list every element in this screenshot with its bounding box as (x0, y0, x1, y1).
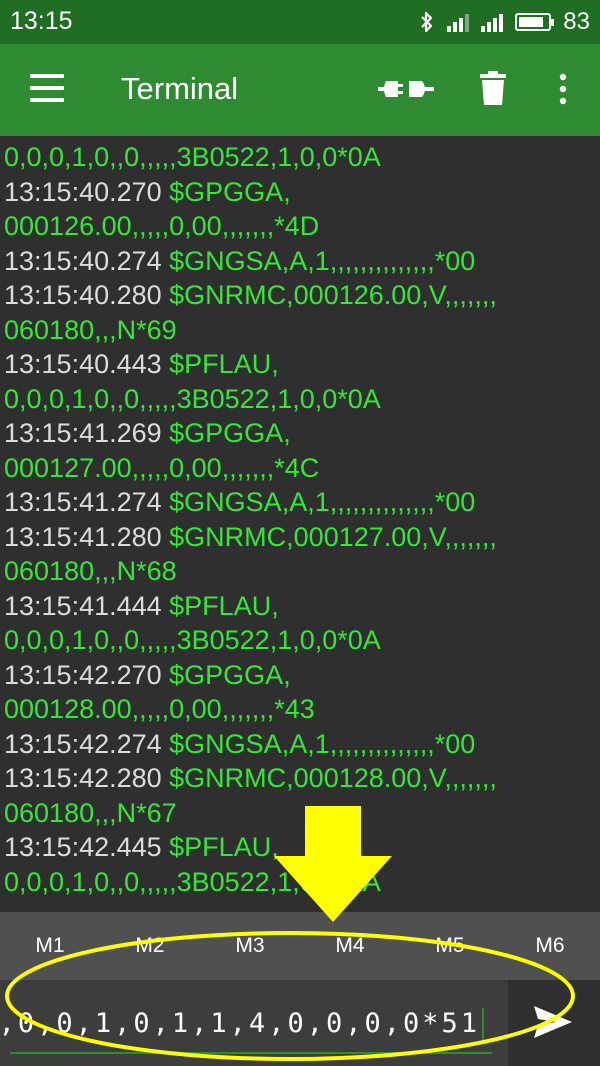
terminal-line: 060180,,,N*69 (4, 313, 600, 348)
line-timestamp: 13:15:42.270 (4, 659, 170, 690)
line-message: $GNRMC,000128.00,V,,,,,,, (169, 763, 497, 793)
terminal-line: 0,0,0,1,0,,0,,,,,3B0522,1,0,0*0A (4, 140, 600, 175)
macro-bar: M1 M2 M3 M4 M5 M6 (0, 912, 600, 980)
terminal-line: 000126.00,,,,,0,00,,,,,,,*4D (4, 209, 600, 244)
signal-icon (447, 12, 470, 32)
macro-button-m5[interactable]: M5 (400, 912, 500, 980)
line-message: 000126.00,,,,,0,00,,,,,,,*4D (4, 211, 320, 241)
terminal-line: 13:15:40.443 $PFLAU, (4, 347, 600, 382)
line-message: $PFLAU, (169, 590, 279, 621)
terminal-line: 13:15:40.270 $GPGGA, (4, 175, 600, 210)
macro-button-m4[interactable]: M4 (300, 912, 400, 980)
line-timestamp: 13:15:41.274 (4, 487, 170, 517)
line-message: 0,0,0,1,0,,0,,,,,3B0522,1,0,0*0A (4, 866, 381, 897)
line-timestamp: 13:15:42.280 (4, 763, 170, 793)
terminal-line: 0,0,0,1,0,,0,,,,,3B0522,1,0,0*0A (4, 865, 600, 900)
text-cursor (482, 1008, 484, 1040)
macro-button-m1[interactable]: M1 (0, 912, 100, 980)
terminal-line: 060180,,,N*68 (4, 554, 600, 589)
bluetooth-icon (421, 11, 433, 33)
terminal-line: 060180,,,N*67 (4, 796, 600, 831)
line-message: $GNRMC,000126.00,V,,,,,,, (169, 280, 497, 310)
status-time: 13:15 (10, 7, 73, 35)
line-message: $GPGGA, (169, 418, 291, 448)
battery-icon (515, 13, 555, 31)
terminal-line: 000127.00,,,,,0,00,,,,,,,*4C (4, 451, 600, 486)
macro-button-m2[interactable]: M2 (100, 912, 200, 980)
line-message: 060180,,,N*69 (4, 314, 177, 345)
terminal-line: 0,0,0,1,0,,0,,,,,3B0522,1,0,0*0A (4, 623, 600, 658)
terminal-line: 13:15:42.280 $GNRMC,000128.00,V,,,,,,, (4, 761, 600, 796)
line-message: 0,0,0,1,0,,0,,,,,3B0522,1,0,0*0A (4, 625, 381, 655)
terminal-line: 13:15:42.274 $GNGSA,A,1,,,,,,,,,,,,,,*00 (4, 727, 600, 762)
terminal-line: 13:15:42.445 $PFLAU, (4, 830, 600, 865)
send-bar: ),0,0,1,0,1,1,4,0,0,0,0*51 (0, 980, 600, 1066)
line-timestamp: 13:15:41.269 (4, 418, 170, 448)
line-message: $GNGSA,A,1,,,,,,,,,,,,,,*00 (169, 487, 476, 517)
line-message: $PFLAU, (169, 832, 279, 862)
send-input[interactable]: ),0,0,1,0,1,1,4,0,0,0,0*51 (0, 980, 508, 1066)
more-vertical-icon[interactable] (556, 72, 570, 106)
line-message: $GNRMC,000127.00,V,,,,,,, (169, 521, 497, 552)
line-message: $GNGSA,A,1,,,,,,,,,,,,,,*00 (169, 245, 476, 276)
terminal-line: 13:15:42.270 $GPGGA, (4, 658, 600, 693)
line-timestamp: 13:15:40.270 (4, 176, 170, 207)
terminal-output[interactable]: 0,0,0,1,0,,0,,,,,3B0522,1,0,0*0A 13:15:40… (0, 136, 600, 912)
terminal-line: 13:15:41.444 $PFLAU, (4, 589, 600, 624)
status-icons: 83 (419, 8, 590, 36)
line-message: $GNGSA,A,1,,,,,,,,,,,,,,*00 (169, 728, 476, 759)
page-title: Terminal (121, 71, 239, 106)
line-timestamp: 13:15:40.443 (4, 349, 170, 379)
line-message: 0,0,0,1,0,,0,,,,,3B0522,1,0,0*0A (4, 142, 381, 172)
trash-icon[interactable] (480, 71, 506, 105)
line-timestamp: 13:15:41.280 (4, 521, 170, 552)
connect-icon[interactable] (378, 74, 434, 104)
terminal-line: 13:15:40.280 $GNRMC,000126.00,V,,,,,,, (4, 278, 600, 313)
terminal-line: 13:15:41.280 $GNRMC,000127.00,V,,,,,,, (4, 520, 600, 555)
send-input-text: ),0,0,1,0,1,1,4,0,0,0,0*51 (0, 1008, 480, 1039)
line-timestamp: 13:15:42.274 (4, 728, 170, 759)
terminal-line: 13:15:41.274 $GNGSA,A,1,,,,,,,,,,,,,,*00 (4, 485, 600, 520)
status-bar: 13:15 83 (0, 0, 600, 44)
line-timestamp: 13:15:42.445 (4, 832, 170, 862)
terminal-line: 000128.00,,,,,0,00,,,,,,,*43 (4, 692, 600, 727)
signal-icon (481, 12, 504, 32)
line-timestamp: 13:15:40.280 (4, 280, 170, 310)
menu-icon[interactable] (30, 74, 64, 102)
line-message: $GPGGA, (169, 176, 291, 207)
battery-level: 83 (563, 8, 590, 35)
line-message: 000128.00,,,,,0,00,,,,,,,*43 (4, 694, 315, 724)
line-timestamp: 13:15:40.274 (4, 245, 170, 276)
line-message: 000127.00,,,,,0,00,,,,,,,*4C (4, 452, 320, 483)
input-underline (10, 1052, 492, 1054)
line-message: 060180,,,N*67 (4, 797, 177, 828)
terminal-line: 0,0,0,1,0,,0,,,,,3B0522,1,0,0*0A (4, 382, 600, 417)
line-message: $GPGGA, (169, 659, 291, 690)
macro-button-m3[interactable]: M3 (200, 912, 300, 980)
macro-button-m6[interactable]: M6 (500, 912, 600, 980)
app-bar: Terminal (0, 44, 600, 136)
line-message: 060180,,,N*68 (4, 556, 177, 586)
terminal-line: 13:15:41.269 $GPGGA, (4, 416, 600, 451)
line-message: $PFLAU, (169, 349, 279, 379)
terminal-line: 13:15:40.274 $GNGSA,A,1,,,,,,,,,,,,,,*00 (4, 244, 600, 279)
line-message: 0,0,0,1,0,,0,,,,,3B0522,1,0,0*0A (4, 383, 381, 414)
line-timestamp: 13:15:41.444 (4, 590, 170, 621)
send-icon[interactable] (534, 1006, 572, 1038)
